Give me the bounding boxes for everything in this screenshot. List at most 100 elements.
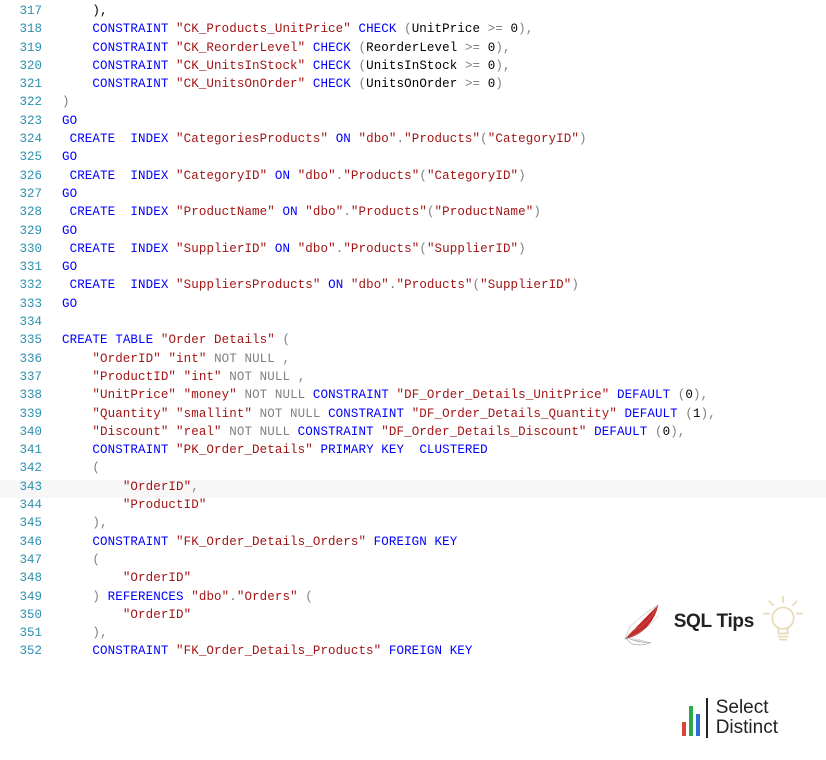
line-number: 337 xyxy=(0,370,46,384)
code-line[interactable]: 328 CREATE INDEX "ProductName" ON "dbo".… xyxy=(0,205,826,223)
line-number: 325 xyxy=(0,150,46,164)
code-line[interactable]: 347 ( xyxy=(0,553,826,571)
line-number: 323 xyxy=(0,114,46,128)
code-line[interactable]: 348 "OrderID" xyxy=(0,571,826,589)
code-content[interactable]: "OrderID" "int" NOT NULL , xyxy=(52,352,290,366)
code-line[interactable]: 346 CONSTRAINT "FK_Order_Details_Orders"… xyxy=(0,535,826,553)
line-number: 345 xyxy=(0,516,46,530)
code-content[interactable]: CREATE INDEX "ProductName" ON "dbo"."Pro… xyxy=(52,205,541,219)
code-content[interactable]: "ProductID" "int" NOT NULL , xyxy=(52,370,305,384)
bars-icon xyxy=(682,700,700,736)
code-content[interactable]: CREATE INDEX "SuppliersProducts" ON "dbo… xyxy=(52,278,579,292)
code-content[interactable]: GO xyxy=(52,297,77,311)
code-line[interactable]: 322) xyxy=(0,95,826,113)
code-line[interactable]: 344 "ProductID" xyxy=(0,498,826,516)
line-number: 348 xyxy=(0,571,46,585)
code-content[interactable]: "UnitPrice" "money" NOT NULL CONSTRAINT … xyxy=(52,388,708,402)
line-number: 330 xyxy=(0,242,46,256)
select-distinct-text: Select Distinct xyxy=(706,698,778,738)
code-line[interactable]: 335 CREATE TABLE "Order Details" ( xyxy=(0,333,826,351)
line-number: 318 xyxy=(0,22,46,36)
code-content[interactable]: ( xyxy=(52,553,100,567)
code-content[interactable]: CREATE INDEX "CategoryID" ON "dbo"."Prod… xyxy=(52,169,526,183)
line-number: 341 xyxy=(0,443,46,457)
code-line[interactable]: 345 ), xyxy=(0,516,826,534)
code-line[interactable]: 339 "Quantity" "smallint" NOT NULL CONST… xyxy=(0,407,826,425)
code-content[interactable]: CONSTRAINT "CK_UnitsOnOrder" CHECK (Unit… xyxy=(52,77,503,91)
code-content[interactable]: "OrderID" xyxy=(52,571,191,585)
code-line[interactable]: 321 CONSTRAINT "CK_UnitsOnOrder" CHECK (… xyxy=(0,77,826,95)
code-content[interactable]: ) xyxy=(52,95,70,109)
code-line[interactable]: 343 "OrderID", xyxy=(0,480,826,498)
code-content[interactable]: "Discount" "real" NOT NULL CONSTRAINT "D… xyxy=(52,425,685,439)
code-content[interactable]: GO xyxy=(52,187,77,201)
line-number: 328 xyxy=(0,205,46,219)
code-content[interactable]: CREATE INDEX "SupplierID" ON "dbo"."Prod… xyxy=(52,242,526,256)
line-number: 350 xyxy=(0,608,46,622)
code-content[interactable]: CONSTRAINT "FK_Order_Details_Products" F… xyxy=(52,644,473,658)
code-line[interactable]: 351 ), xyxy=(0,626,826,644)
line-number: 329 xyxy=(0,224,46,238)
line-number: 344 xyxy=(0,498,46,512)
line-number: 331 xyxy=(0,260,46,274)
code-editor[interactable]: 317 ),318 CONSTRAINT "CK_Products_UnitPr… xyxy=(0,0,826,663)
line-number: 339 xyxy=(0,407,46,421)
code-content[interactable]: "ProductID" xyxy=(52,498,206,512)
line-number: 320 xyxy=(0,59,46,73)
line-number: 342 xyxy=(0,461,46,475)
code-content[interactable]: CONSTRAINT "PK_Order_Details" PRIMARY KE… xyxy=(52,443,488,457)
code-line[interactable]: 336 "OrderID" "int" NOT NULL , xyxy=(0,352,826,370)
line-number: 343 xyxy=(0,480,46,494)
line-number: 352 xyxy=(0,644,46,658)
code-content[interactable]: GO xyxy=(52,260,77,274)
code-line[interactable]: 332 CREATE INDEX "SuppliersProducts" ON … xyxy=(0,278,826,296)
code-content[interactable]: "OrderID" xyxy=(52,608,191,622)
line-number: 335 xyxy=(0,333,46,347)
line-number: 336 xyxy=(0,352,46,366)
code-line[interactable]: 340 "Discount" "real" NOT NULL CONSTRAIN… xyxy=(0,425,826,443)
code-line[interactable]: 334 xyxy=(0,315,826,333)
line-number: 319 xyxy=(0,41,46,55)
code-line[interactable]: 317 ), xyxy=(0,4,826,22)
code-content[interactable]: CREATE INDEX "CategoriesProducts" ON "db… xyxy=(52,132,587,146)
line-number: 332 xyxy=(0,278,46,292)
code-content[interactable]: CONSTRAINT "FK_Order_Details_Orders" FOR… xyxy=(52,535,457,549)
line-number: 351 xyxy=(0,626,46,640)
code-line[interactable]: 331 GO xyxy=(0,260,826,278)
code-line[interactable]: 326 CREATE INDEX "CategoryID" ON "dbo"."… xyxy=(0,169,826,187)
code-content[interactable]: CONSTRAINT "CK_UnitsInStock" CHECK (Unit… xyxy=(52,59,511,73)
code-content[interactable]: ( xyxy=(52,461,100,475)
code-line[interactable]: 337 "ProductID" "int" NOT NULL , xyxy=(0,370,826,388)
code-content[interactable]: ), xyxy=(52,626,108,640)
code-line[interactable]: 327GO xyxy=(0,187,826,205)
code-line[interactable]: 323 GO xyxy=(0,114,826,132)
code-line[interactable]: 318 CONSTRAINT "CK_Products_UnitPrice" C… xyxy=(0,22,826,40)
code-line[interactable]: 342 ( xyxy=(0,461,826,479)
code-line[interactable]: 352 CONSTRAINT "FK_Order_Details_Product… xyxy=(0,644,826,662)
code-line[interactable]: 324 CREATE INDEX "CategoriesProducts" ON… xyxy=(0,132,826,150)
code-content[interactable]: GO xyxy=(52,114,77,128)
code-line[interactable]: 333GO xyxy=(0,297,826,315)
code-content[interactable]: GO xyxy=(52,224,77,238)
code-content[interactable]: GO xyxy=(52,150,77,164)
code-content[interactable]: ) REFERENCES "dbo"."Orders" ( xyxy=(52,590,313,604)
code-line[interactable]: 330 CREATE INDEX "SupplierID" ON "dbo"."… xyxy=(0,242,826,260)
code-line[interactable]: 341 CONSTRAINT "PK_Order_Details" PRIMAR… xyxy=(0,443,826,461)
code-line[interactable]: 319 CONSTRAINT "CK_ReorderLevel" CHECK (… xyxy=(0,41,826,59)
code-line[interactable]: 329 GO xyxy=(0,224,826,242)
line-number: 326 xyxy=(0,169,46,183)
code-line[interactable]: 325 GO xyxy=(0,150,826,168)
code-content[interactable]: ), xyxy=(52,516,108,530)
line-number: 334 xyxy=(0,315,46,329)
code-line[interactable]: 350 "OrderID" xyxy=(0,608,826,626)
code-content[interactable]: CONSTRAINT "CK_Products_UnitPrice" CHECK… xyxy=(52,22,533,36)
code-content[interactable]: CONSTRAINT "CK_ReorderLevel" CHECK (Reor… xyxy=(52,41,511,55)
code-content[interactable]: "OrderID", xyxy=(52,480,199,494)
code-line[interactable]: 349 ) REFERENCES "dbo"."Orders" ( xyxy=(0,590,826,608)
code-content[interactable]: CREATE TABLE "Order Details" ( xyxy=(52,333,290,347)
line-number: 349 xyxy=(0,590,46,604)
code-line[interactable]: 320 CONSTRAINT "CK_UnitsInStock" CHECK (… xyxy=(0,59,826,77)
code-content[interactable]: ), xyxy=(52,4,108,18)
code-line[interactable]: 338 "UnitPrice" "money" NOT NULL CONSTRA… xyxy=(0,388,826,406)
code-content[interactable]: "Quantity" "smallint" NOT NULL CONSTRAIN… xyxy=(52,407,716,421)
